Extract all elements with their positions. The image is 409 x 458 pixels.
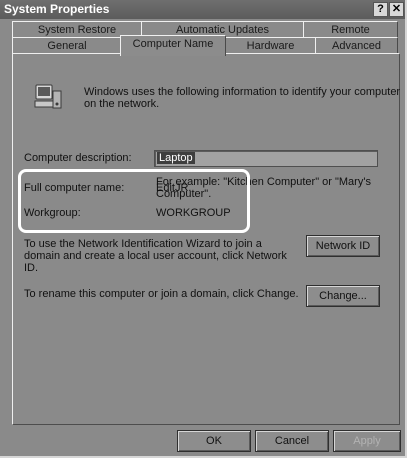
computer-icon [33,82,63,112]
highlight-box [18,169,250,233]
network-id-button[interactable]: Network ID [306,235,380,257]
network-id-text-line1: To use the Network Identification Wizard… [24,238,262,250]
network-id-text-line2: domain and create a local user account, … [24,250,287,262]
title-bar[interactable]: System Properties ? ✕ [0,0,405,19]
help-button[interactable]: ? [373,2,388,17]
computer-description-input[interactable]: Laptop [154,150,378,167]
tab-advanced[interactable]: Advanced [315,37,398,54]
description-label: Computer description: [24,152,132,164]
tab-general[interactable]: General [12,37,122,54]
window-title: System Properties [4,2,110,16]
tab-hardware[interactable]: Hardware [225,37,316,54]
apply-button[interactable]: Apply [333,430,401,452]
change-text: To rename this computer or join a domain… [24,288,299,300]
cancel-button[interactable]: Cancel [255,430,329,452]
network-id-text-line3: ID. [24,262,39,274]
computer-description-value: Laptop [157,152,195,164]
system-properties-window: System Properties ? ✕ System Restore Aut… [0,0,407,458]
change-button[interactable]: Change... [306,285,380,307]
ok-button[interactable]: OK [177,430,251,452]
intro-text-line2: on the network. [84,98,160,110]
close-button[interactable]: ✕ [389,2,404,17]
tab-computer-name[interactable]: Computer Name [120,35,226,56]
intro-text-line1: Windows uses the following information t… [84,86,401,98]
tab-remote[interactable]: Remote [303,21,398,38]
